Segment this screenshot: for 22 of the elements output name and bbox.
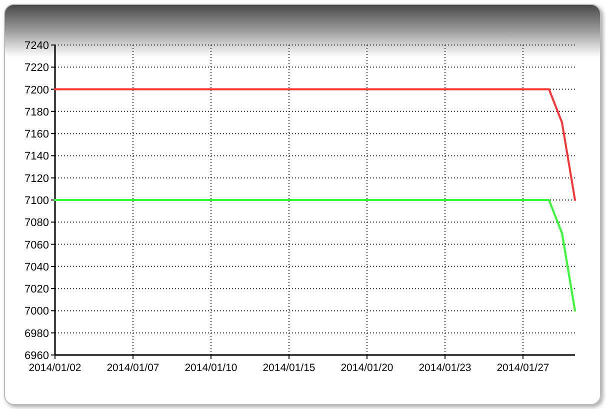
y-tick-label: 7000 <box>24 306 49 318</box>
y-tick-label: 7120 <box>24 172 49 185</box>
y-tick-label: 7080 <box>24 217 49 230</box>
y-tick-label: 7180 <box>24 106 49 118</box>
x-tick-label: 2014/01/27 <box>496 362 550 374</box>
x-tick-label: 2014/01/10 <box>184 362 238 374</box>
x-tick-label: 2014/01/07 <box>106 362 160 374</box>
x-tick-label: 2014/01/15 <box>262 362 316 374</box>
y-tick-label: 7020 <box>24 284 49 296</box>
y-tick-label: 7100 <box>24 195 49 207</box>
y-tick-label: 7160 <box>24 128 49 141</box>
x-tick-label: 2014/01/20 <box>340 362 394 374</box>
y-tick-label: 6980 <box>24 328 49 340</box>
y-tick-label: 7060 <box>24 239 49 252</box>
y-tick-label: 7040 <box>24 261 49 274</box>
x-tick-label: 2014/01/23 <box>418 362 472 374</box>
y-tick-label: 6960 <box>24 350 49 362</box>
y-tick-label: 7220 <box>24 62 49 74</box>
x-tick-label: 2014/01/02 <box>28 362 82 374</box>
y-tick-label: 7240 <box>24 40 49 52</box>
y-tick-label: 7140 <box>24 150 49 163</box>
y-tick-label: 7200 <box>24 84 49 96</box>
